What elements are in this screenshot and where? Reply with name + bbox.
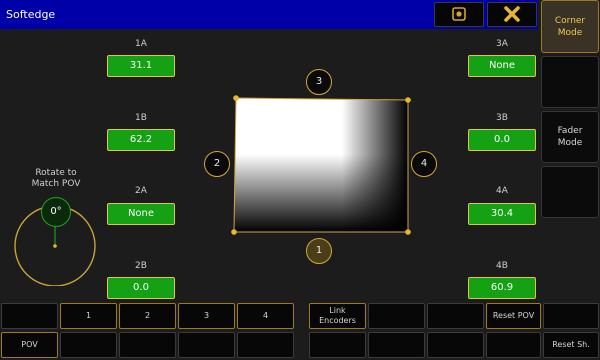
label-1b: 1B	[135, 113, 147, 123]
side-2-select-button[interactable]: 2	[119, 303, 176, 329]
corner-handle-2[interactable]	[405, 97, 411, 103]
reset-shutter-button[interactable]: Reset Sh.	[543, 332, 599, 358]
corner-mode-label: Corner Mode	[554, 15, 586, 38]
corner-handle-3[interactable]	[405, 229, 411, 235]
label-4b: 4B	[496, 261, 508, 271]
close-icon	[504, 6, 520, 22]
fader-mode-label: Fader Mode	[557, 126, 583, 148]
corner-mode-button[interactable]: Corner Mode	[541, 0, 599, 53]
corner-handle-1[interactable]	[233, 95, 239, 101]
bottom-row2-button-7[interactable]	[368, 332, 425, 358]
bottom-row1-button-1[interactable]	[1, 303, 58, 329]
reset-pov-button[interactable]: Reset POV	[486, 303, 541, 329]
side-1-button[interactable]: 1	[306, 238, 332, 264]
bottom-row2-button-5[interactable]	[237, 332, 294, 358]
side-button-2[interactable]	[541, 56, 599, 108]
side-4-select-button[interactable]: 4	[237, 303, 294, 329]
rotate-label-line1: Rotate to	[35, 168, 77, 178]
bottom-row2-button-9[interactable]	[486, 332, 541, 358]
corner-handle-4[interactable]	[231, 229, 237, 235]
side-2-button[interactable]: 2	[204, 151, 230, 177]
close-button[interactable]	[487, 2, 537, 27]
field-3a[interactable]: None	[468, 55, 536, 77]
rotate-knob[interactable]: 0°	[41, 197, 71, 227]
side-button-4[interactable]	[541, 166, 599, 218]
bottom-row1-button-8[interactable]	[427, 303, 484, 329]
window-title: Softedge	[6, 8, 56, 21]
bottom-row2-button-8[interactable]	[427, 332, 484, 358]
field-4a[interactable]: 30.4	[468, 203, 536, 225]
label-4a: 4A	[496, 186, 508, 196]
rotate-label-line2: Match POV	[31, 179, 81, 189]
side-3-select-button[interactable]: 3	[178, 303, 235, 329]
field-3b[interactable]: 0.0	[468, 129, 536, 151]
help-icon	[452, 7, 466, 21]
bottom-row2-button-6[interactable]	[309, 332, 366, 358]
pov-button[interactable]: POV	[1, 332, 58, 358]
help-button[interactable]	[434, 2, 484, 27]
side-3-button[interactable]: 3	[306, 69, 332, 95]
bottom-row2-button-2[interactable]	[60, 332, 117, 358]
label-2a: 2A	[135, 186, 147, 196]
field-4b[interactable]: 60.9	[468, 277, 536, 299]
label-2b: 2B	[135, 261, 147, 271]
rotate-label: Rotate to Match POV	[16, 168, 96, 190]
label-3a: 3A	[496, 39, 508, 49]
field-1a[interactable]: 31.1	[107, 55, 175, 77]
bottom-row1-button-10[interactable]	[543, 303, 599, 329]
bottom-row1-button-7[interactable]	[368, 303, 425, 329]
side-1-select-button[interactable]: 1	[60, 303, 117, 329]
field-1b[interactable]: 62.2	[107, 129, 175, 151]
side-4-button[interactable]: 4	[411, 151, 437, 177]
bottom-row2-button-3[interactable]	[119, 332, 176, 358]
label-1a: 1A	[135, 39, 147, 49]
field-2b[interactable]: 0.0	[107, 277, 175, 299]
link-encoders-button[interactable]: Link Encoders	[309, 303, 366, 329]
softedge-preview[interactable]	[226, 90, 420, 244]
fader-mode-button[interactable]: Fader Mode	[541, 111, 599, 163]
bottom-row2-button-4[interactable]	[178, 332, 235, 358]
label-3b: 3B	[496, 113, 508, 123]
field-2a[interactable]: None	[107, 203, 175, 225]
